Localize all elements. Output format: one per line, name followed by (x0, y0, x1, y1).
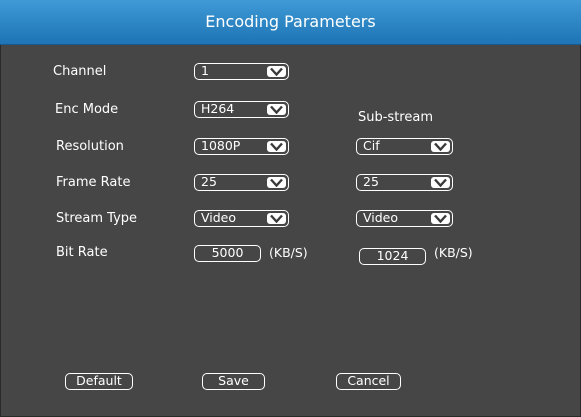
dialog-title: Encoding Parameters (0, 0, 581, 45)
default-button[interactable]: Default (65, 373, 133, 390)
chevron-down-icon[interactable] (267, 103, 286, 115)
chevron-down-icon[interactable] (267, 176, 286, 188)
sub-stream-type-select-value: Video (363, 210, 399, 225)
chevron-down-icon[interactable] (431, 212, 450, 224)
chevron-down-icon[interactable] (267, 140, 286, 152)
frame-rate-select[interactable]: 25 (194, 174, 289, 191)
stream-type-select[interactable]: Video (194, 210, 289, 227)
resolution-label: Resolution (56, 139, 124, 154)
sub-frame-rate-select[interactable]: 25 (356, 174, 453, 191)
chevron-down-icon[interactable] (431, 176, 450, 188)
stream-type-select-value: Video (201, 210, 237, 225)
frame-rate-label: Frame Rate (56, 175, 131, 190)
resolution-select-value: 1080P (201, 138, 241, 153)
chevron-down-icon[interactable] (267, 65, 286, 77)
sub-frame-rate-select-value: 25 (363, 174, 379, 189)
stream-type-label: Stream Type (56, 211, 138, 226)
resolution-select[interactable]: 1080P (194, 138, 289, 155)
sub-stream-label: Sub-stream (358, 110, 433, 125)
enc-mode-select-value: H264 (201, 101, 235, 116)
sub-resolution-select[interactable]: Cif (356, 138, 453, 155)
chevron-down-icon[interactable] (267, 212, 286, 224)
encoding-parameters-dialog: Encoding Parameters Channel Enc Mode Res… (0, 0, 581, 417)
save-button[interactable]: Save (202, 373, 265, 390)
frame-rate-select-value: 25 (201, 174, 217, 189)
bit-rate-input[interactable]: 5000 (194, 245, 261, 262)
channel-select-value: 1 (201, 63, 209, 78)
sub-bit-rate-unit: (KB/S) (434, 245, 473, 260)
channel-label: Channel (53, 64, 107, 79)
sub-resolution-select-value: Cif (363, 138, 380, 153)
bit-rate-label: Bit Rate (56, 245, 108, 260)
sub-stream-type-select[interactable]: Video (356, 210, 453, 227)
bit-rate-unit: (KB/S) (269, 245, 308, 260)
sub-bit-rate-input[interactable]: 1024 (359, 248, 426, 265)
enc-mode-select[interactable]: H264 (194, 101, 289, 118)
cancel-button[interactable]: Cancel (336, 373, 401, 390)
chevron-down-icon[interactable] (431, 140, 450, 152)
enc-mode-label: Enc Mode (55, 102, 119, 117)
channel-select[interactable]: 1 (194, 63, 289, 80)
